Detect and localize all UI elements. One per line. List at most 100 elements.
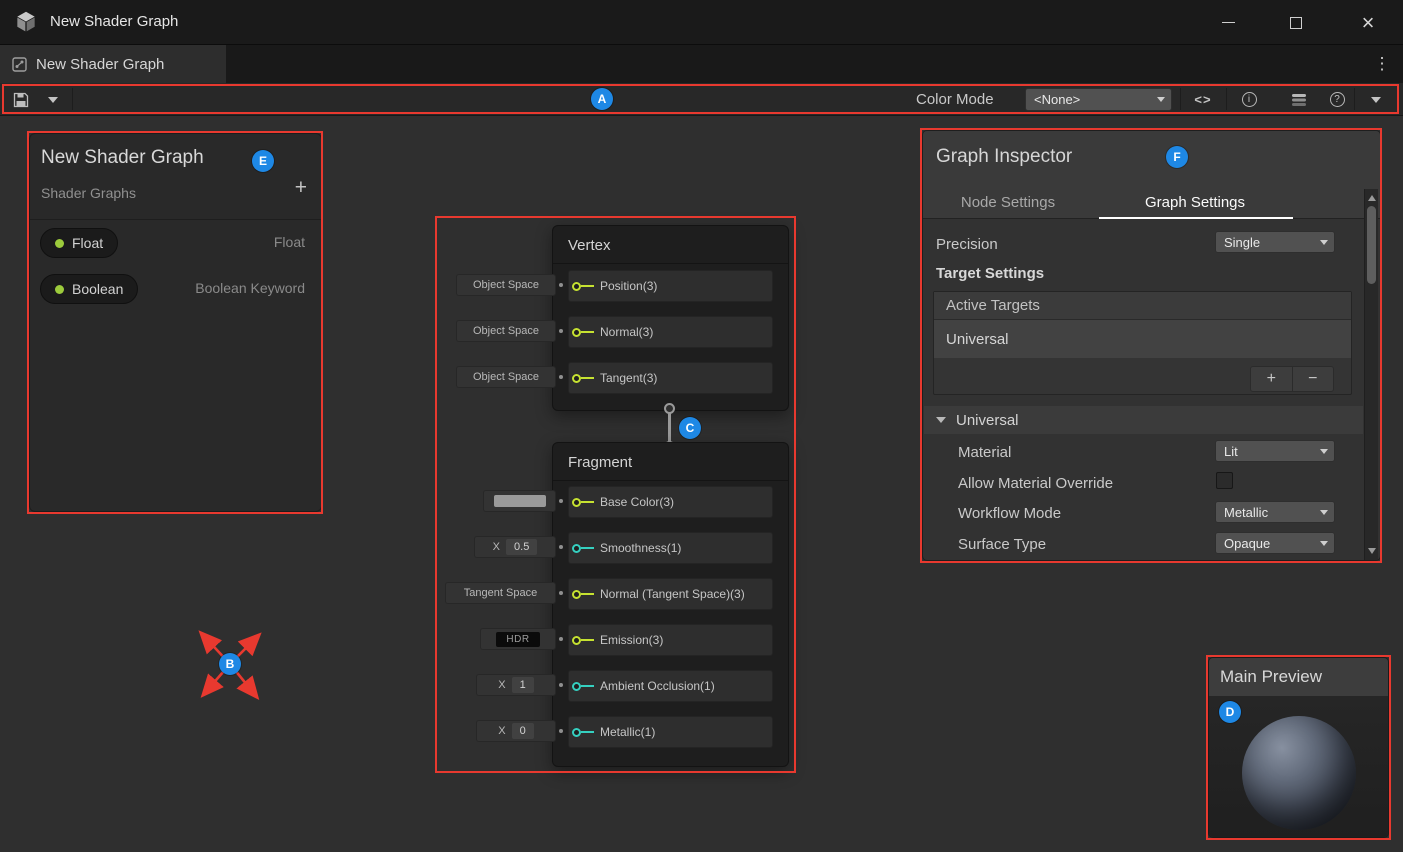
chevron-down-icon: [48, 97, 58, 103]
toolbar-divider: [1180, 88, 1181, 110]
hdr-color-field[interactable]: HDR: [480, 628, 556, 650]
value-field[interactable]: 0.5: [506, 539, 537, 555]
port-connector-dot: [559, 283, 563, 287]
surface-type-dropdown[interactable]: Opaque: [1215, 532, 1335, 554]
port-connector-dot: [559, 545, 563, 549]
inspector-title: Graph Inspector: [936, 146, 1072, 168]
stack-connector-end: [664, 403, 675, 414]
vertex-node[interactable]: Vertex Position(3) Normal(3) Tangent(3): [552, 225, 789, 411]
property-pill-boolean[interactable]: Boolean: [40, 274, 138, 304]
divider: [30, 219, 321, 220]
port-icon[interactable]: [572, 374, 581, 383]
precision-dropdown[interactable]: Single: [1215, 231, 1335, 253]
precision-label: Precision: [936, 236, 998, 253]
allow-material-override-checkbox[interactable]: [1216, 472, 1233, 489]
property-row: Boolean Boolean Keyword: [30, 274, 321, 310]
tab-node-settings[interactable]: Node Settings: [943, 186, 1073, 219]
blackboard-toggle-button[interactable]: [1281, 87, 1317, 112]
graph-inspector-panel: Graph Inspector Node Settings Graph Sett…: [922, 130, 1381, 561]
target-item-universal[interactable]: Universal: [934, 320, 1351, 358]
port-stem: [581, 377, 594, 379]
float-field[interactable]: X 1: [476, 674, 556, 696]
port-icon[interactable]: [572, 590, 581, 599]
port-connector-dot: [559, 329, 563, 333]
color-mode-dropdown[interactable]: <None>: [1025, 88, 1172, 111]
port-stem: [581, 593, 594, 595]
port-stem: [581, 639, 594, 641]
add-target-button[interactable]: +: [1251, 367, 1293, 391]
annotation-badge-e: E: [252, 150, 274, 172]
hdr-badge: HDR: [496, 632, 539, 647]
port-connector-dot: [559, 729, 563, 733]
port-stem: [581, 731, 594, 733]
kebab-menu-icon[interactable]: ⋮: [1373, 51, 1391, 77]
chevron-down-icon: [1157, 97, 1165, 102]
help-button[interactable]: ?: [1322, 87, 1352, 112]
port-icon[interactable]: [572, 636, 581, 645]
port-icon[interactable]: [572, 328, 581, 337]
property-pill-float[interactable]: Float: [40, 228, 118, 258]
annotation-badge-d: D: [1219, 701, 1241, 723]
main-preview-title: Main Preview: [1220, 667, 1322, 687]
unity-logo-icon: [13, 9, 39, 35]
inspector-toggle-button[interactable]: i: [1232, 87, 1266, 112]
maximize-button[interactable]: [1272, 0, 1320, 45]
code-view-button[interactable]: <>: [1184, 87, 1222, 112]
inspector-scrollbar[interactable]: [1364, 189, 1378, 560]
material-label: Material: [958, 444, 1011, 461]
port-icon[interactable]: [572, 544, 581, 553]
scrollbar-thumb[interactable]: [1367, 206, 1376, 284]
minimize-button[interactable]: [1204, 0, 1252, 45]
value-field[interactable]: 0: [512, 723, 534, 739]
float-field[interactable]: X 0.5: [474, 536, 556, 558]
annotation-badge-c: C: [679, 417, 701, 439]
close-button[interactable]: ×: [1342, 0, 1394, 45]
add-property-button[interactable]: +: [295, 176, 307, 200]
value-field[interactable]: 1: [512, 677, 534, 693]
float-field[interactable]: X 0: [476, 720, 556, 742]
toolbar-divider: [1226, 88, 1227, 110]
shader-graph-window: New Shader Graph × New Shader Graph ⋮: [0, 0, 1403, 852]
tab-label: New Shader Graph: [36, 56, 164, 73]
window-title: New Shader Graph: [50, 13, 178, 30]
toolbar-divider: [72, 88, 73, 110]
main-preview-panel: Main Preview: [1208, 657, 1389, 838]
target-settings-label: Target Settings: [936, 265, 1044, 282]
divider: [553, 263, 788, 264]
save-button[interactable]: [8, 87, 34, 112]
port-connector-dot: [559, 683, 563, 687]
fragment-node[interactable]: Fragment Base Color(3) Smoothness(1) Nor…: [552, 442, 789, 767]
color-swatch: [494, 495, 546, 507]
port-stem: [581, 501, 594, 503]
color-mode-label: Color Mode: [916, 91, 994, 108]
space-selector[interactable]: Object Space: [456, 320, 556, 342]
slot-base-color: Base Color(3): [568, 486, 773, 518]
toolbar-more-button[interactable]: [1358, 87, 1394, 112]
material-dropdown[interactable]: Lit: [1215, 440, 1335, 462]
space-selector[interactable]: Object Space: [456, 366, 556, 388]
port-icon[interactable]: [572, 282, 581, 291]
space-selector[interactable]: Object Space: [456, 274, 556, 296]
save-dropdown-button[interactable]: [38, 87, 68, 112]
workflow-mode-label: Workflow Mode: [958, 505, 1061, 522]
port-connector-dot: [559, 499, 563, 503]
scroll-down-icon[interactable]: [1368, 548, 1376, 554]
universal-foldout[interactable]: Universal: [924, 406, 1363, 434]
tab-new-shader-graph[interactable]: New Shader Graph: [0, 45, 226, 83]
tab-graph-settings[interactable]: Graph Settings: [1095, 186, 1295, 219]
port-icon[interactable]: [572, 682, 581, 691]
color-swatch-field[interactable]: [483, 490, 556, 512]
slot-normal-tangent: Normal (Tangent Space)(3): [568, 578, 773, 610]
port-stem: [581, 285, 594, 287]
space-selector[interactable]: Tangent Space: [445, 582, 556, 604]
exposed-dot-icon: [55, 285, 64, 294]
preview-sphere[interactable]: [1242, 716, 1356, 830]
port-icon[interactable]: [572, 728, 581, 737]
remove-target-button[interactable]: −: [1293, 367, 1334, 391]
scroll-up-icon[interactable]: [1368, 195, 1376, 201]
port-stem: [581, 685, 594, 687]
port-icon[interactable]: [572, 498, 581, 507]
main-preview-header: Main Preview: [1209, 658, 1388, 696]
workflow-mode-dropdown[interactable]: Metallic: [1215, 501, 1335, 523]
save-icon: [13, 92, 29, 108]
